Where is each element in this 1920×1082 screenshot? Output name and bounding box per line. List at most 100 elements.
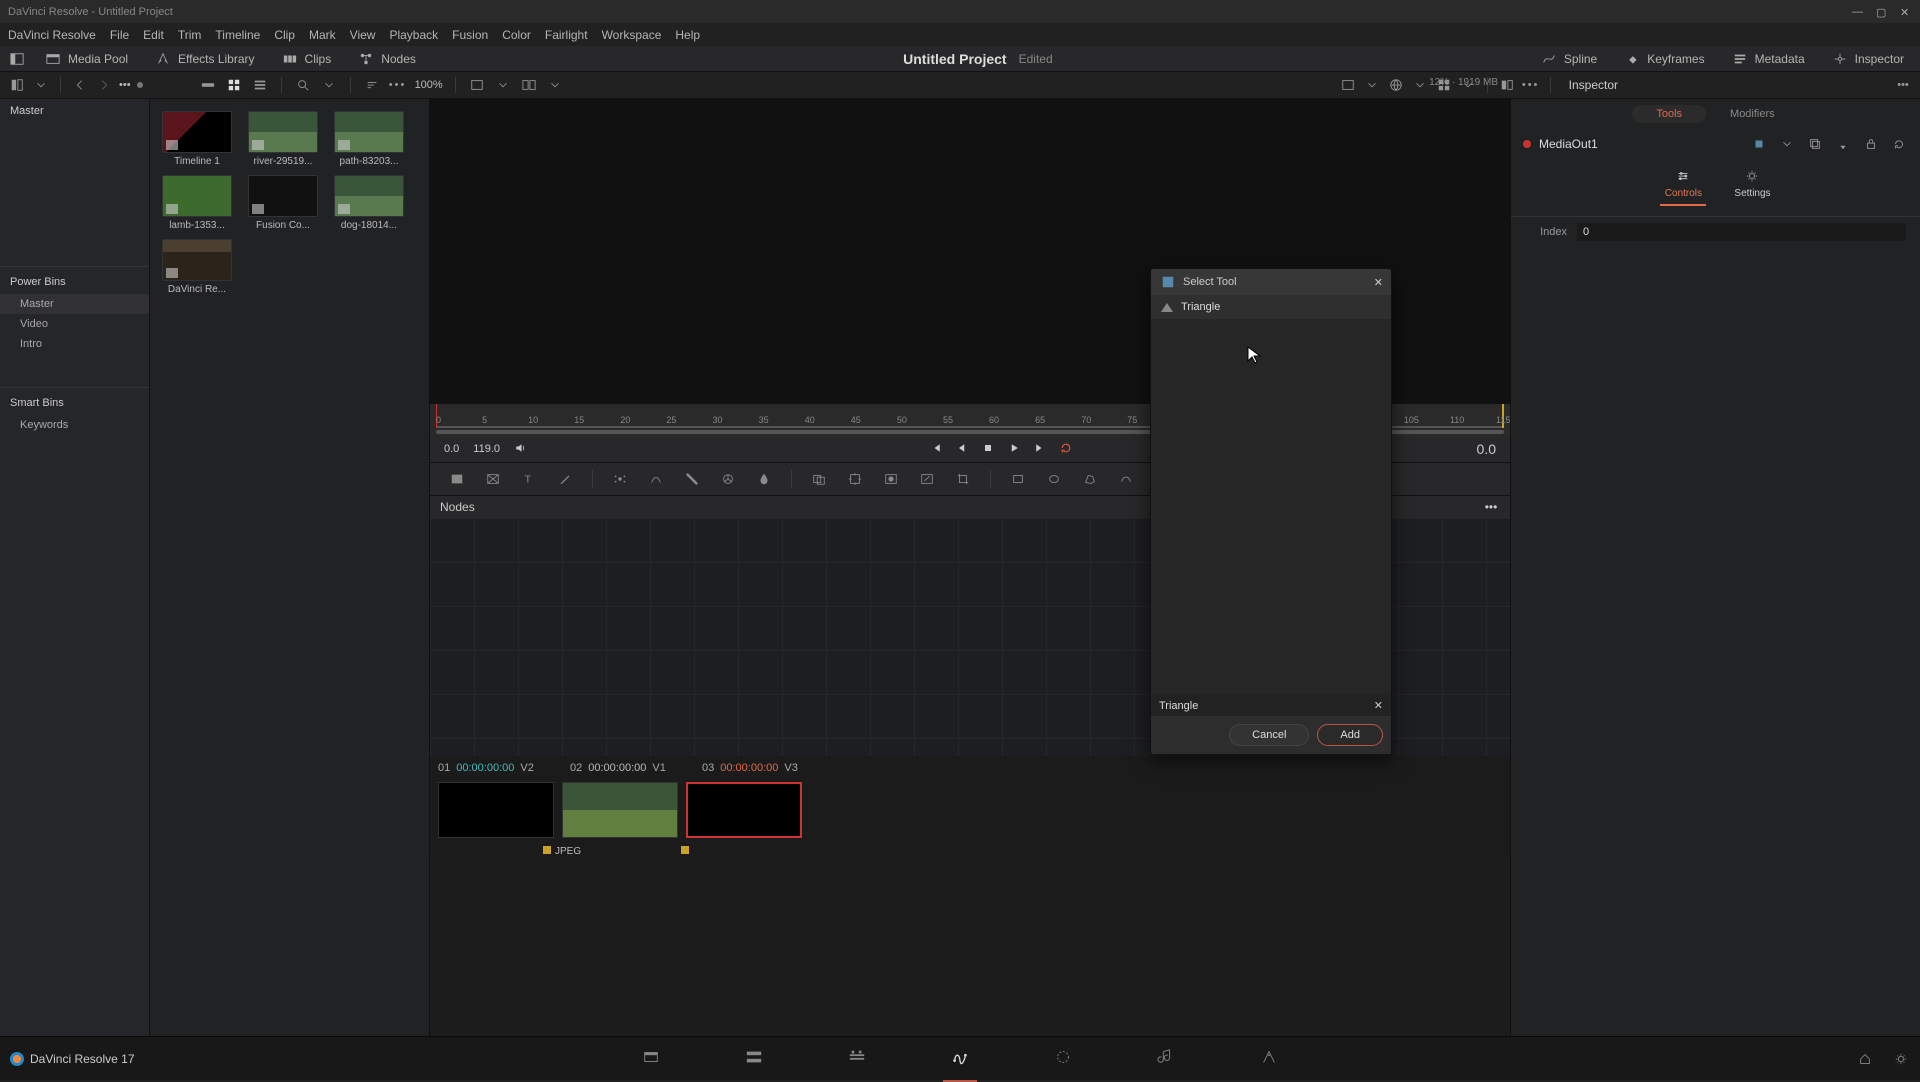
chevron-down-icon[interactable] xyxy=(1411,76,1429,94)
matte-tool-icon[interactable] xyxy=(882,470,900,488)
search-icon[interactable] xyxy=(294,76,312,94)
blur-tool-icon[interactable] xyxy=(683,470,701,488)
menu-view[interactable]: View xyxy=(350,28,376,42)
ellipse-mask-icon[interactable] xyxy=(1045,470,1063,488)
powerbin-master[interactable]: Master xyxy=(0,294,149,314)
menu-edit[interactable]: Edit xyxy=(143,28,164,42)
menu-help[interactable]: Help xyxy=(675,28,700,42)
media-thumb[interactable]: Fusion Co... xyxy=(244,175,322,231)
controls-tab[interactable]: Controls xyxy=(1660,167,1706,208)
zoom-level[interactable]: 100% xyxy=(415,79,443,91)
clip-thumb[interactable] xyxy=(438,782,554,838)
lock-icon[interactable] xyxy=(1862,135,1880,153)
menu-file[interactable]: File xyxy=(110,28,129,42)
settings-tab[interactable]: Settings xyxy=(1734,167,1770,208)
loop-icon[interactable] xyxy=(1060,442,1072,457)
clip-tag[interactable]: 0100:00:00:00V2 xyxy=(438,762,562,774)
fairlight-page-icon[interactable] xyxy=(1157,1048,1175,1069)
inspector-button[interactable]: Inspector xyxy=(1823,48,1912,70)
deliver-page-icon[interactable] xyxy=(1260,1048,1278,1069)
fusion-page-icon[interactable] xyxy=(951,1048,969,1069)
index-field[interactable]: 0 xyxy=(1577,223,1906,241)
breadcrumb-ellipsis[interactable]: ••• xyxy=(119,79,131,91)
background-tool-icon[interactable] xyxy=(448,470,466,488)
split-icon[interactable] xyxy=(1498,76,1516,94)
menu-workspace[interactable]: Workspace xyxy=(602,28,662,42)
keyframes-button[interactable]: Keyframes xyxy=(1615,48,1712,70)
media-thumb[interactable]: DaVinci Re... xyxy=(158,239,236,295)
more-icon[interactable]: ••• xyxy=(1894,76,1912,94)
tab-tools[interactable]: Tools xyxy=(1632,105,1706,123)
stop-icon[interactable] xyxy=(982,442,994,457)
minimize-icon[interactable]: — xyxy=(1852,6,1864,18)
menu-fairlight[interactable]: Fairlight xyxy=(545,28,588,42)
globe-icon[interactable] xyxy=(1387,76,1405,94)
spline-button[interactable]: Spline xyxy=(1532,48,1605,70)
node-name[interactable]: MediaOut1 xyxy=(1539,137,1598,151)
list-view-icon[interactable] xyxy=(251,76,269,94)
media-thumb[interactable]: Timeline 1 xyxy=(158,111,236,167)
resize-tool-icon[interactable] xyxy=(918,470,936,488)
fastnoise-tool-icon[interactable] xyxy=(484,470,502,488)
rect-mask-icon[interactable] xyxy=(1009,470,1027,488)
node-enabled-icon[interactable] xyxy=(1523,140,1531,148)
go-start-icon[interactable] xyxy=(930,442,942,457)
step-back-icon[interactable] xyxy=(956,442,968,457)
home-icon[interactable] xyxy=(1856,1050,1874,1068)
more-icon[interactable]: ••• xyxy=(1482,498,1500,516)
metadata-button[interactable]: Metadata xyxy=(1723,48,1813,70)
nodes-button[interactable]: Nodes xyxy=(349,48,424,70)
more-icon[interactable]: ••• xyxy=(389,76,407,94)
paint-tool-icon[interactable] xyxy=(556,470,574,488)
add-button[interactable]: Add xyxy=(1317,724,1383,746)
brightness-tool-icon[interactable] xyxy=(647,470,665,488)
pin-icon[interactable] xyxy=(1834,135,1852,153)
menu-color[interactable]: Color xyxy=(502,28,531,42)
cancel-button[interactable]: Cancel xyxy=(1229,724,1309,746)
mute-icon[interactable] xyxy=(514,442,526,457)
effects-library-button[interactable]: Effects Library xyxy=(146,48,262,70)
chevron-down-icon[interactable] xyxy=(546,76,564,94)
master-bin[interactable]: Master xyxy=(0,99,149,123)
reset-icon[interactable] xyxy=(1890,135,1908,153)
menu-playback[interactable]: Playback xyxy=(389,28,438,42)
close-icon[interactable]: ✕ xyxy=(1900,6,1912,18)
edit-page-icon[interactable] xyxy=(848,1048,866,1069)
polygon-mask-icon[interactable] xyxy=(1081,470,1099,488)
nav-back-icon[interactable] xyxy=(71,76,89,94)
panel-layout-icon[interactable] xyxy=(8,50,26,68)
menu-mark[interactable]: Mark xyxy=(309,28,336,42)
transform-tool-icon[interactable] xyxy=(846,470,864,488)
powerbin-intro[interactable]: Intro xyxy=(0,334,149,354)
square-icon[interactable] xyxy=(1750,135,1768,153)
clip-tag[interactable]: 0200:00:00:00V1 xyxy=(570,762,694,774)
sort-icon[interactable] xyxy=(363,76,381,94)
menu-fusion[interactable]: Fusion xyxy=(452,28,488,42)
grid-view-icon[interactable] xyxy=(225,76,243,94)
strip-view-icon[interactable] xyxy=(199,76,217,94)
media-thumb[interactable]: path-83203... xyxy=(330,111,408,167)
tool-search-input[interactable] xyxy=(1159,700,1374,712)
viewer-dual-icon[interactable] xyxy=(520,76,538,94)
clip-thumb[interactable] xyxy=(562,782,678,838)
menu-clip[interactable]: Clip xyxy=(274,28,295,42)
tracker-tool-icon[interactable] xyxy=(611,470,629,488)
media-thumb[interactable]: river-29519... xyxy=(244,111,322,167)
go-end-icon[interactable] xyxy=(1034,442,1046,457)
close-icon[interactable]: ✕ xyxy=(1374,276,1383,289)
chevron-down-icon[interactable] xyxy=(494,76,512,94)
chevron-down-icon[interactable] xyxy=(1778,135,1796,153)
clips-button[interactable]: Clips xyxy=(273,48,340,70)
text-tool-icon[interactable]: T xyxy=(520,470,538,488)
chevron-down-icon[interactable] xyxy=(32,76,50,94)
nav-fwd-icon[interactable] xyxy=(95,76,113,94)
chevron-down-icon[interactable] xyxy=(1363,76,1381,94)
versions-icon[interactable] xyxy=(1806,135,1824,153)
bin-view-icon[interactable] xyxy=(8,76,26,94)
color-tool-icon[interactable] xyxy=(719,470,737,488)
clear-search-icon[interactable]: ✕ xyxy=(1374,699,1383,712)
media-page-icon[interactable] xyxy=(642,1048,660,1069)
menu-trim[interactable]: Trim xyxy=(178,28,202,42)
tab-modifiers[interactable]: Modifiers xyxy=(1706,105,1799,123)
more-icon[interactable]: ••• xyxy=(1522,76,1540,94)
